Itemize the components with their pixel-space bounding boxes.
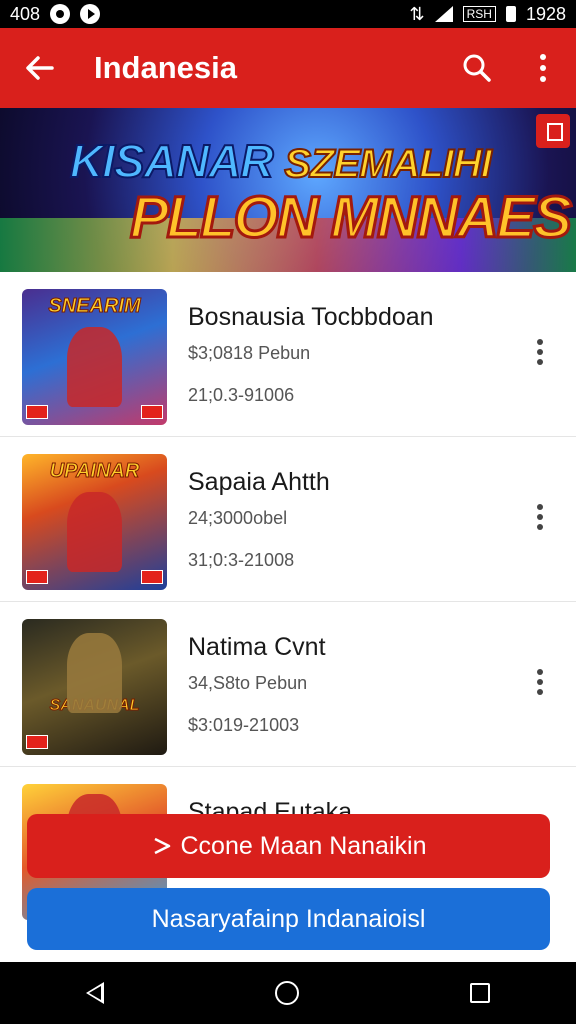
status-time: 408	[10, 3, 41, 24]
list-item[interactable]: UPAINAR Sapaia Ahtth 24;3000obel 31;0:3-…	[0, 437, 576, 602]
more-vertical-icon	[537, 669, 543, 695]
more-vertical-icon	[537, 339, 543, 365]
item-date: 21;0.3-91006	[188, 385, 295, 405]
list-item[interactable]: SNEARIM Bosnausia Tocbbdoan $3;0818 Pebu…	[0, 272, 576, 437]
arrow-left-icon	[26, 56, 54, 80]
item-date: $3:019-21003	[188, 715, 300, 735]
app-bar: Indanesia	[0, 28, 576, 108]
secondary-action-label: Nasaryafainp Indanaioisl	[151, 904, 426, 933]
page-title: Indanesia	[94, 50, 237, 85]
badge-icon	[141, 570, 163, 584]
media-play-icon	[80, 4, 101, 24]
search-icon	[463, 54, 491, 82]
thumbnail-title: SNEARIM	[48, 295, 141, 318]
game-thumbnail: SANAUNAL	[22, 619, 167, 755]
vibrate-icon: ⇅	[409, 3, 425, 24]
game-thumbnail: UPAINAR	[22, 454, 167, 590]
badge-icon	[26, 570, 48, 584]
thumbnail-title: UPAINAR	[49, 460, 140, 483]
character-figure	[67, 327, 122, 407]
item-menu-button[interactable]	[522, 664, 558, 700]
more-vertical-icon	[537, 504, 543, 530]
primary-action-label: Ccone Maan Nanaikin	[180, 831, 427, 860]
banner-flag-icon[interactable]	[536, 114, 570, 148]
banner-headline: KISANAR SZEMALIHI	[69, 134, 493, 188]
item-subtitle: 34,S8to Pebun	[188, 673, 308, 693]
nav-home-icon[interactable]	[274, 981, 299, 1005]
item-subtitle: $3;0818 Pebun	[188, 343, 311, 363]
game-thumbnail: SNEARIM	[22, 289, 167, 425]
item-subtitle: 24;3000obel	[188, 508, 288, 528]
more-vertical-icon	[540, 54, 546, 82]
badge-icon	[141, 405, 163, 419]
overflow-menu-button[interactable]	[510, 28, 576, 108]
character-figure	[67, 492, 122, 572]
nav-back-icon[interactable]	[85, 982, 104, 1004]
item-date: 31;0:3-21008	[188, 550, 295, 570]
play-icon	[153, 837, 170, 855]
battery-icon	[505, 6, 516, 22]
signal-icon	[434, 6, 453, 22]
back-button[interactable]	[0, 28, 80, 108]
banner-subheadline: PLLON MNNAES	[129, 184, 574, 252]
badge-icon	[26, 735, 48, 749]
status-bar: 408 ⇅ RSH 1928	[0, 0, 576, 28]
item-menu-button[interactable]	[522, 334, 558, 370]
item-title: Sapaia Ahtth	[188, 468, 330, 496]
promo-banner[interactable]: KISANAR SZEMALIHI PLLON MNNAES	[0, 108, 576, 272]
badge-icon	[26, 405, 48, 419]
item-title: Bosnausia Tocbbdoan	[188, 303, 434, 331]
list-item[interactable]: SANAUNAL Natima Cvnt 34,S8to Pebun $3:01…	[0, 602, 576, 767]
banner-headline-b: SZEMALIHI	[283, 141, 493, 187]
notification-icon	[50, 4, 71, 24]
secondary-action-button[interactable]: Nasaryafainp Indanaioisl	[27, 888, 550, 950]
network-box: RSH	[462, 6, 496, 22]
battery-text: 1928	[525, 3, 566, 24]
banner-headline-a: KISANAR	[69, 134, 275, 188]
primary-action-button[interactable]: Ccone Maan Nanaikin	[27, 814, 550, 878]
search-button[interactable]	[444, 28, 510, 108]
character-figure	[67, 633, 122, 713]
system-nav-bar	[0, 962, 576, 1024]
item-title: Natima Cvnt	[188, 633, 326, 661]
nav-recents-icon[interactable]	[470, 983, 491, 1003]
item-menu-button[interactable]	[522, 499, 558, 535]
